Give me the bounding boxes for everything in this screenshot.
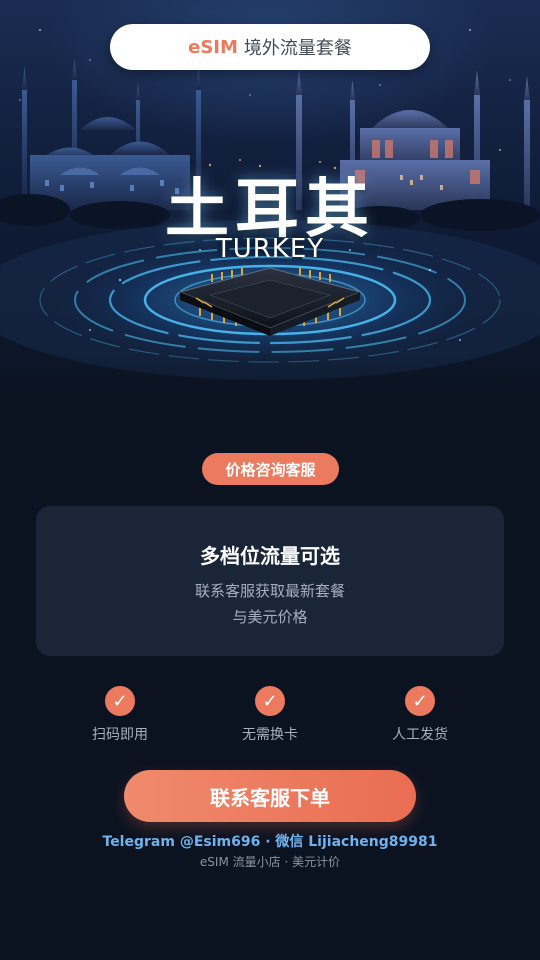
order-contact-button[interactable]: 联系客服下单 bbox=[124, 770, 416, 822]
destination-subtitle: TURKEY bbox=[215, 234, 325, 264]
contact-info: Telegram @Esim696 · 微信 Lijiacheng89981 bbox=[102, 834, 438, 850]
feature-item: ✓ 人工发货 bbox=[360, 686, 480, 744]
header-subtitle: 境外流量套餐 bbox=[243, 38, 352, 59]
check-icon: ✓ bbox=[405, 686, 435, 716]
feature-item: ✓ 无需换卡 bbox=[210, 686, 330, 744]
price-consult-button[interactable]: 价格咨询客服 bbox=[202, 453, 339, 485]
feature-label: 扫码即用 bbox=[92, 727, 148, 743]
card-line-1: 联系客服获取最新套餐 bbox=[194, 582, 345, 600]
feature-list: ✓ 扫码即用 ✓ 无需换卡 ✓ 人工发货 bbox=[0, 686, 540, 746]
plan-info-card: 多档位流量可选 联系客服获取最新套餐 与美元价格 bbox=[36, 506, 504, 656]
hero-fade bbox=[0, 350, 540, 440]
check-icon: ✓ bbox=[105, 686, 135, 716]
feature-label: 人工发货 bbox=[392, 727, 448, 743]
check-icon: ✓ bbox=[255, 686, 285, 716]
hero-banner: eSIM 境外流量套餐 土耳其 TURKEY bbox=[0, 0, 540, 440]
feature-item: ✓ 扫码即用 bbox=[60, 686, 180, 744]
footer-note: eSIM 流量小店 · 美元计价 bbox=[199, 855, 341, 869]
card-title: 多档位流量可选 bbox=[200, 544, 340, 568]
brand-label: eSIM bbox=[188, 36, 238, 58]
feature-label: 无需换卡 bbox=[242, 727, 298, 743]
card-line-2: 与美元价格 bbox=[232, 608, 308, 626]
header-pill: eSIM 境外流量套餐 bbox=[110, 24, 430, 70]
